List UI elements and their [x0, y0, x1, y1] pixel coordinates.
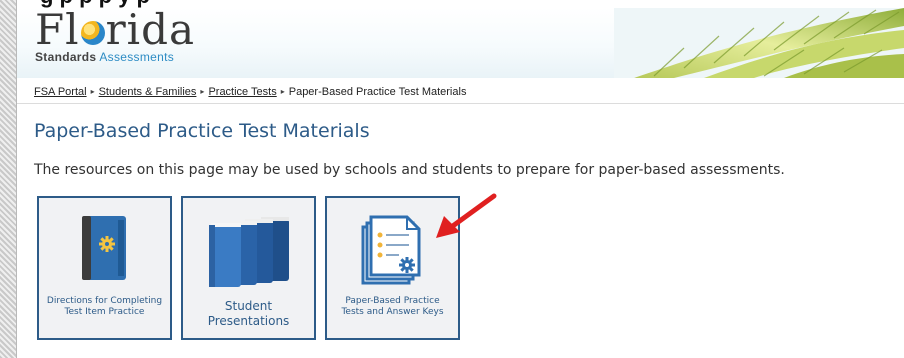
page-title: Paper-Based Practice Test Materials: [34, 120, 370, 142]
breadcrumb-separator-icon: ▸: [90, 87, 95, 96]
tile-directions-for-completing[interactable]: Directions for Completing Test Item Pract…: [37, 196, 172, 340]
logo-subtitle: Standards Assessments: [35, 50, 175, 64]
breadcrumb-link-fsa-portal[interactable]: FSA Portal: [34, 86, 87, 98]
florida-logo[interactable]: Fl rida Standards Assessments: [35, 8, 195, 64]
intro-text: The resources on this page may be used b…: [34, 162, 785, 178]
red-arrow-icon: [436, 193, 497, 238]
left-edge-border: [0, 0, 17, 358]
tile-label: Directions for Completing Test Item Pract…: [46, 296, 163, 317]
tile-label: Student Presentations: [207, 299, 290, 328]
sun-globe-icon: [80, 21, 105, 45]
breadcrumb-link-practice-tests[interactable]: Practice Tests: [208, 86, 276, 98]
breadcrumb: FSA Portal ▸ Students & Families ▸ Practice …: [34, 86, 466, 98]
tile-student-presentations[interactable]: Student Presentations: [181, 196, 316, 340]
breadcrumb-current: Paper-Based Practice Test Materials: [288, 86, 467, 98]
site-header: Fl rida Standards Assessments: [17, 8, 904, 78]
breadcrumb-separator-icon: ▸: [280, 87, 285, 96]
book-gear-icon: [82, 216, 126, 280]
breadcrumb-link-students-families[interactable]: Students & Families: [99, 86, 197, 98]
documents-gear-icon: [361, 215, 421, 285]
top-cropped-text: g p p p y p: [0, 0, 904, 8]
palm-leaf-image: [614, 8, 904, 78]
books-stack-icon: [209, 217, 289, 287]
tile-label: Paper-Based Practice Tests and Answer Key…: [341, 296, 444, 317]
divider: [17, 103, 904, 104]
logo-wordmark: Fl rida: [35, 8, 196, 54]
breadcrumb-separator-icon: ▸: [200, 87, 205, 96]
